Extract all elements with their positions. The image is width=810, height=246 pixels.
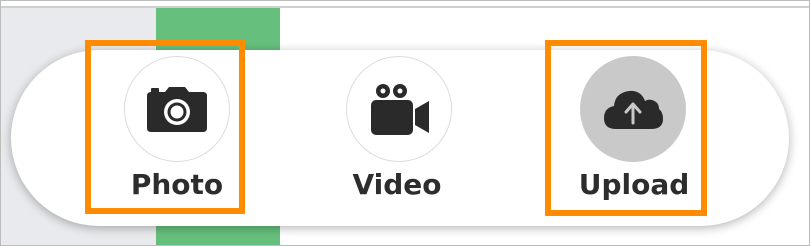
- video-button[interactable]: Video: [327, 50, 467, 226]
- video-camera-icon: [371, 84, 429, 135]
- photo-button[interactable]: Photo: [107, 50, 247, 226]
- camera-icon: [147, 87, 207, 132]
- upload-button[interactable]: Upload: [564, 50, 704, 226]
- photo-icon-circle[interactable]: [124, 56, 230, 162]
- upload-label: Upload: [578, 168, 690, 201]
- media-toolbar: Photo Video Upload: [11, 50, 789, 226]
- screenshot-frame: Photo Video Upload: [0, 0, 810, 246]
- photo-label: Photo: [130, 168, 224, 201]
- video-label: Video: [352, 168, 442, 201]
- video-icon-circle[interactable]: [346, 56, 452, 162]
- upload-icon-circle[interactable]: [580, 56, 686, 162]
- cloud-upload-icon: [604, 90, 663, 129]
